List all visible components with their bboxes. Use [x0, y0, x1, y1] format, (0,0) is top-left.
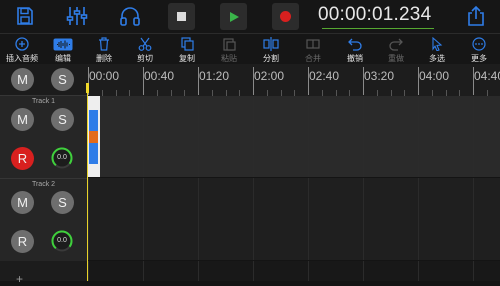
- grid-line: [473, 261, 474, 281]
- playhead[interactable]: [87, 86, 88, 281]
- track-name: Track 1: [31, 98, 56, 105]
- play-button[interactable]: [220, 3, 247, 30]
- grid-line: [363, 96, 364, 177]
- timecode-progress: [322, 28, 434, 29]
- track-2-volume-knob[interactable]: 0.0: [51, 230, 73, 252]
- record-icon: [280, 11, 291, 22]
- track-2-lane[interactable]: [87, 178, 500, 260]
- timeline-ruler[interactable]: 00:00 00:40 01:20 02:00 02:40 03:20 04:00 04:40: [87, 64, 500, 97]
- track-1-record-arm-button[interactable]: R: [11, 147, 34, 170]
- grid-line: [143, 96, 144, 177]
- cursor-icon: [431, 36, 443, 51]
- split-icon: [263, 36, 279, 51]
- grid-line: [473, 96, 474, 177]
- grid-line: [308, 178, 309, 260]
- grid-line: [418, 96, 419, 177]
- playhead-handle[interactable]: [86, 83, 89, 93]
- save-icon[interactable]: [12, 3, 38, 29]
- track-1-volume-value: 0.0: [57, 154, 67, 161]
- waveform-icon: [53, 36, 73, 51]
- track-2-mute-button[interactable]: M: [11, 191, 34, 214]
- grid-line: [418, 178, 419, 260]
- mixer-icon[interactable]: [64, 3, 90, 29]
- paste-button[interactable]: 粘贴: [208, 36, 250, 64]
- grid-line: [143, 261, 144, 281]
- track-1-lane[interactable]: [87, 96, 500, 177]
- ruler-time-label: 00:00: [89, 69, 120, 83]
- copy-icon: [180, 36, 194, 51]
- redo-icon: [389, 36, 403, 51]
- grid-line: [253, 178, 254, 260]
- ruler-time-label: 04:40: [474, 69, 500, 83]
- ruler-time-label: 01:20: [199, 69, 230, 83]
- clip-segment: [89, 143, 98, 164]
- delete-button[interactable]: 删除: [83, 36, 125, 64]
- track-1-volume-knob[interactable]: 0.0: [51, 147, 73, 169]
- grid-line: [363, 261, 364, 281]
- headphones-icon[interactable]: [117, 3, 143, 29]
- track-2-volume-value: 0.0: [57, 237, 67, 244]
- insert-audio-button[interactable]: 插入音频: [1, 36, 43, 64]
- ruler-time-label: 00:40: [144, 69, 175, 83]
- play-icon: [229, 11, 239, 22]
- merge-icon: [305, 36, 321, 51]
- record-button[interactable]: [272, 3, 299, 30]
- merge-button[interactable]: 合并: [292, 36, 334, 64]
- clip-segment: [89, 110, 98, 131]
- grid-line: [308, 96, 309, 177]
- more-icon: [472, 36, 486, 51]
- ruler-time-label: 03:20: [364, 69, 395, 83]
- multi-select-button[interactable]: 多选: [416, 36, 458, 64]
- grid-line: [308, 261, 309, 281]
- grid-line: [418, 261, 419, 281]
- grid-line: [143, 178, 144, 260]
- grid-line: [253, 96, 254, 177]
- add-track-button[interactable]: +: [16, 272, 23, 286]
- copy-button[interactable]: 复制: [166, 36, 208, 64]
- audio-clip[interactable]: [87, 96, 100, 177]
- scissors-icon: [138, 36, 152, 51]
- top-bar: 00:00:01.234: [0, 0, 500, 34]
- edit-button[interactable]: 编辑: [42, 36, 84, 64]
- track-2-record-arm-button[interactable]: R: [11, 230, 34, 253]
- undo-icon: [348, 36, 362, 51]
- grid-line: [253, 261, 254, 281]
- stop-button[interactable]: [168, 3, 195, 30]
- grid-line: [473, 178, 474, 260]
- master-solo-button[interactable]: S: [51, 68, 74, 91]
- ruler-time-label: 04:00: [419, 69, 450, 83]
- paste-icon: [222, 36, 236, 51]
- track-2-header[interactable]: Track 2 M S R 0.0: [0, 178, 87, 261]
- track-1-header[interactable]: Track 1 M S R 0.0: [0, 95, 87, 178]
- edit-toolbar: 插入音频 编辑 删除 剪切 复制 粘贴 分割 合并 撤销 重做 多选 更多: [0, 34, 500, 64]
- ruler-time-label: 02:00: [254, 69, 285, 83]
- grid-line: [363, 178, 364, 260]
- empty-lane: [87, 261, 500, 281]
- grid-line: [198, 96, 199, 177]
- trash-icon: [98, 36, 110, 51]
- undo-button[interactable]: 撤销: [334, 36, 376, 64]
- track-2-solo-button[interactable]: S: [51, 191, 74, 214]
- more-button[interactable]: 更多: [458, 36, 500, 64]
- timecode-display: 00:00:01.234: [318, 4, 432, 25]
- grid-line: [88, 261, 89, 281]
- cut-button[interactable]: 剪切: [124, 36, 166, 64]
- stop-icon: [177, 12, 186, 21]
- clip-segment: [89, 131, 98, 143]
- grid-line: [198, 178, 199, 260]
- split-button[interactable]: 分割: [250, 36, 292, 64]
- track-name: Track 2: [31, 181, 56, 188]
- add-circle-icon: [15, 36, 29, 51]
- grid-line: [198, 261, 199, 281]
- master-mute-button[interactable]: M: [11, 68, 34, 91]
- track-1-mute-button[interactable]: M: [11, 108, 34, 131]
- grid-line: [88, 178, 89, 260]
- redo-button[interactable]: 重做: [375, 36, 417, 64]
- track-1-solo-button[interactable]: S: [51, 108, 74, 131]
- ruler-time-label: 02:40: [309, 69, 340, 83]
- share-icon[interactable]: [463, 3, 489, 29]
